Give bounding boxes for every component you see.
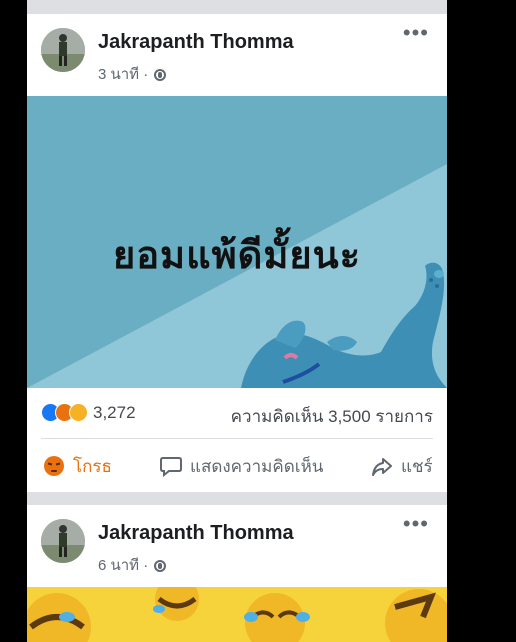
post-card: Jakrapanth Thomma 6 นาที · •••: [27, 505, 447, 642]
avatar[interactable]: [41, 28, 85, 72]
react-label: โกรธ: [73, 456, 112, 476]
post-meta: 6 นาที ·: [98, 553, 167, 577]
post-stats: 3,272 ความคิดเห็น 3,500 รายการ: [41, 402, 433, 426]
comment-bubble-icon: [160, 457, 182, 477]
avatar[interactable]: [41, 519, 85, 563]
share-arrow-icon: [372, 458, 392, 476]
reaction-count[interactable]: 3,272: [93, 403, 136, 423]
post-meta: 3 นาที ·: [98, 62, 167, 86]
post-image[interactable]: [27, 587, 447, 642]
globe-icon: [154, 69, 167, 81]
divider: [41, 438, 433, 439]
image-caption: ยอมแพ้ดีมั้ยนะ: [112, 235, 362, 277]
post-actions: โกรธ แสดงความคิดเห็น แชร์: [27, 446, 447, 486]
globe-icon: [154, 560, 167, 572]
post-time[interactable]: 3 นาที: [98, 66, 139, 83]
post-author[interactable]: Jakrapanth Thomma: [98, 522, 294, 545]
angry-reaction-button[interactable]: โกรธ: [43, 454, 112, 478]
meta-separator: ·: [143, 66, 149, 83]
more-options-icon[interactable]: •••: [403, 22, 429, 44]
meta-separator: ·: [143, 557, 149, 574]
post-image[interactable]: ยอมแพ้ดีมั้ยนะ: [27, 96, 447, 388]
news-feed: Jakrapanth Thomma 3 นาที · ••• ยอมแพ้ดีม…: [27, 0, 447, 642]
more-options-icon[interactable]: •••: [403, 513, 429, 535]
post-card: Jakrapanth Thomma 3 นาที · ••• ยอมแพ้ดีม…: [27, 14, 447, 492]
share-label: แชร์: [401, 456, 433, 476]
comment-label: แสดงความคิดเห็น: [190, 456, 324, 476]
comment-button[interactable]: แสดงความคิดเห็น: [160, 454, 323, 478]
post-author[interactable]: Jakrapanth Thomma: [98, 31, 294, 54]
post-time[interactable]: 6 นาที: [98, 557, 139, 574]
comment-count[interactable]: ความคิดเห็น 3,500 รายการ: [231, 403, 433, 430]
angry-face-icon: [44, 456, 64, 476]
haha-icon: [69, 403, 88, 422]
share-button[interactable]: แชร์: [371, 454, 433, 478]
